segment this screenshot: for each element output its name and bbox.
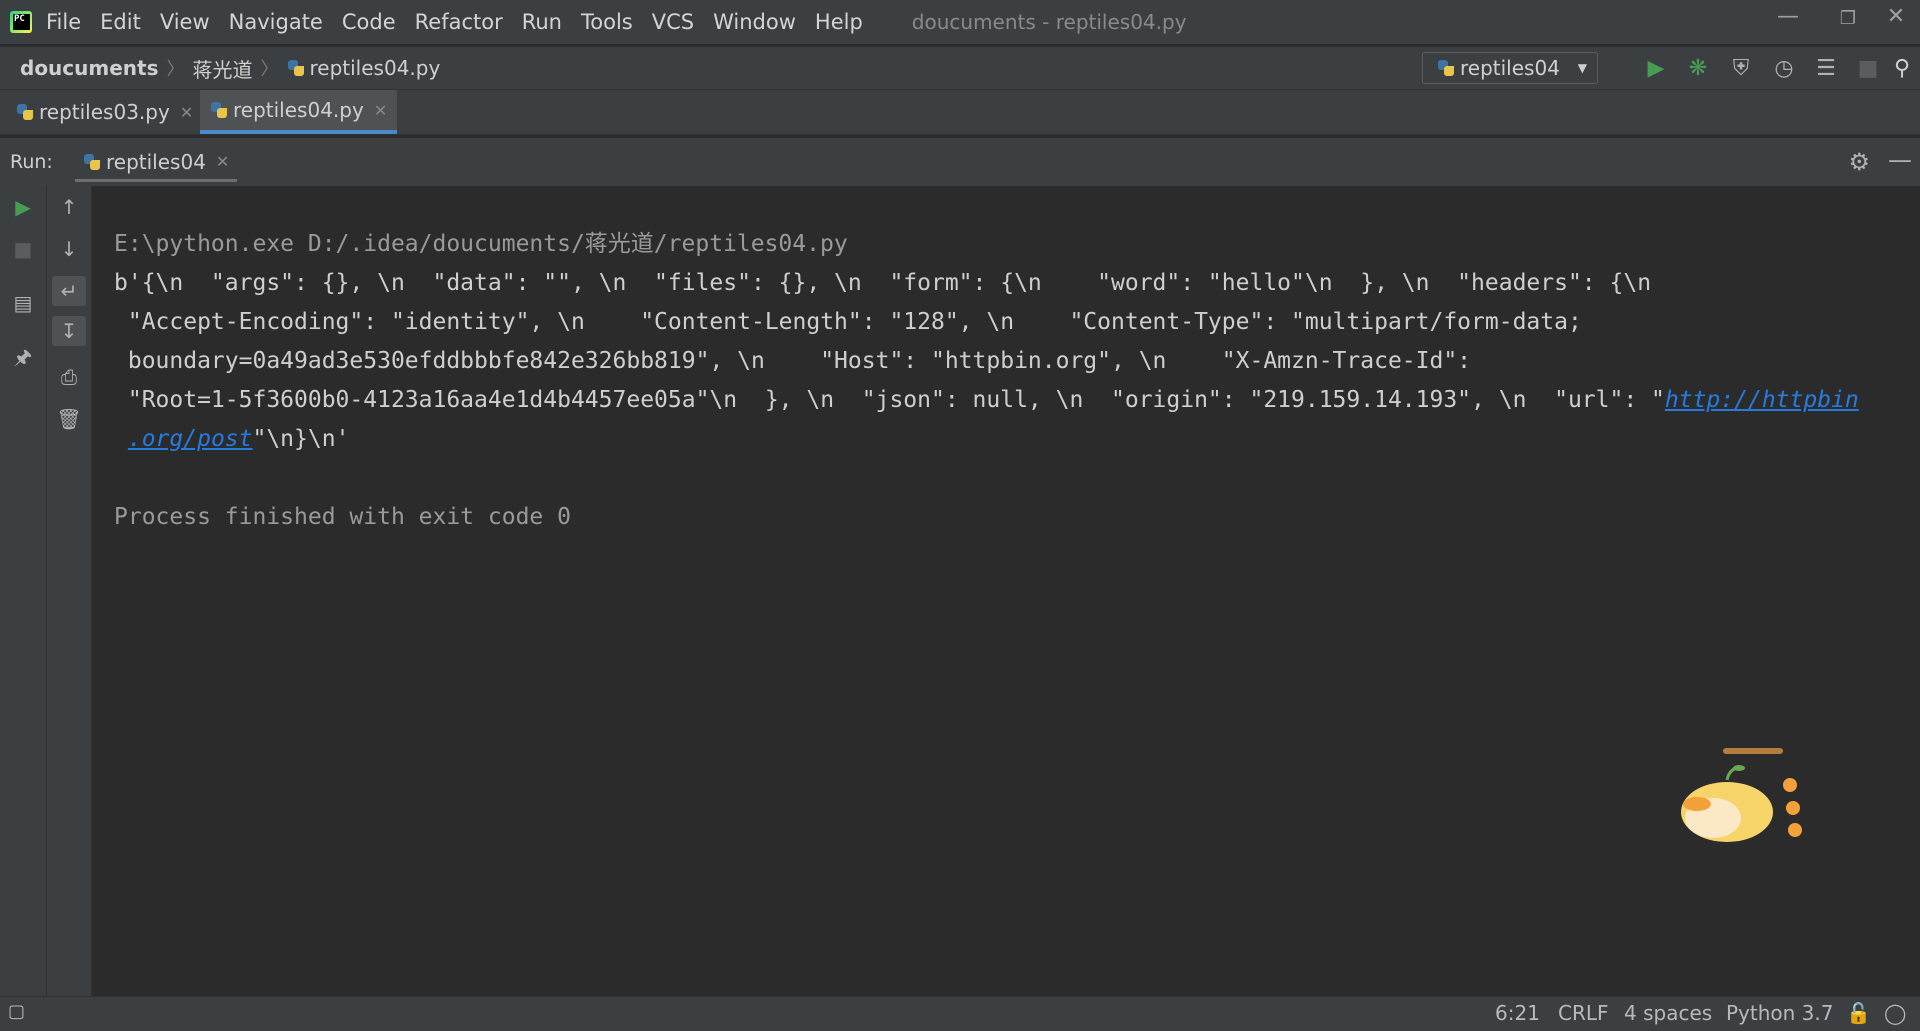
debug-icon[interactable]: ❋ xyxy=(1684,55,1712,83)
url-link[interactable]: http://httpbin xyxy=(1665,387,1859,413)
restore-button[interactable]: ❐ xyxy=(1828,8,1868,29)
menu-code[interactable]: Code xyxy=(342,10,396,34)
duck-sticker-image xyxy=(1681,748,1802,842)
close-window-button[interactable]: ✕ xyxy=(1876,4,1916,29)
menu-file[interactable]: File xyxy=(46,10,81,34)
python-icon xyxy=(83,153,101,171)
toggle-tool-windows-icon[interactable]: ▢ xyxy=(8,1001,25,1022)
python-file-icon xyxy=(16,103,34,121)
stop-icon[interactable]: ■ xyxy=(1854,55,1882,83)
rerun-icon[interactable]: ▶ xyxy=(8,192,38,222)
indent-setting[interactable]: 4 spaces xyxy=(1624,1001,1712,1025)
console-command: E:\python.exe D:/.idea/doucuments/蒋光道/re… xyxy=(114,231,848,257)
tab-reptiles03[interactable]: reptiles03.py ✕ xyxy=(6,90,203,134)
arrow-up-icon[interactable]: ↑ xyxy=(54,192,84,222)
close-tab-icon[interactable]: ✕ xyxy=(216,152,229,171)
python-file-icon xyxy=(287,59,305,77)
gear-icon[interactable]: ⚙ xyxy=(1848,148,1870,176)
soft-wrap-icon[interactable]: ↵ xyxy=(52,276,86,306)
pin-icon[interactable]: 🖈 xyxy=(8,342,38,372)
console-line: b'{\n "args": {}, \n "data": "", \n "fil… xyxy=(114,270,1652,296)
menu-help[interactable]: Help xyxy=(815,10,863,34)
stop-icon[interactable]: ■ xyxy=(8,234,38,264)
console-line-tail: "\n}\n' xyxy=(252,426,350,452)
scroll-to-end-icon[interactable]: ↧ xyxy=(52,316,86,346)
breadcrumb-separator: 〉 xyxy=(260,59,279,80)
menu-bar: PC File Edit View Navigate Code Refactor… xyxy=(0,0,1920,44)
console-line: "Accept-Encoding": "identity", \n "Conte… xyxy=(114,309,1582,335)
breadcrumb-separator: 〉 xyxy=(166,59,185,80)
minimize-button[interactable]: — xyxy=(1768,4,1808,29)
print-icon[interactable]: ⎙ xyxy=(54,362,84,392)
console-line: boundary=0a49ad3e530efddbbbfe842e326bb81… xyxy=(114,348,1472,374)
breadcrumb-file[interactable]: reptiles04.py xyxy=(310,56,441,80)
trash-icon[interactable]: 🗑 xyxy=(54,404,84,434)
close-tab-icon[interactable]: ✕ xyxy=(374,101,387,120)
editor-tab-bar: reptiles03.py ✕ reptiles04.py ✕ xyxy=(0,90,1920,135)
tab-label: reptiles03.py xyxy=(39,100,170,124)
line-separator[interactable]: CRLF xyxy=(1558,1001,1609,1025)
tab-label: reptiles04.py xyxy=(233,98,364,122)
chevron-down-icon: ▼ xyxy=(1577,61,1587,75)
menu-tools[interactable]: Tools xyxy=(581,10,633,34)
console-output[interactable]: E:\python.exe D:/.idea/doucuments/蒋光道/re… xyxy=(114,186,1900,576)
run-icon[interactable]: ▶ xyxy=(1642,55,1670,83)
python-interpreter[interactable]: Python 3.7 xyxy=(1726,1001,1834,1025)
run-configuration-dropdown[interactable]: reptiles04 ▼ xyxy=(1422,52,1598,84)
breadcrumb-folder[interactable]: 蒋光道 xyxy=(193,54,253,83)
breadcrumb-project[interactable]: doucuments xyxy=(20,56,159,80)
window-title: doucuments - reptiles04.py xyxy=(911,10,1187,34)
menu-refactor[interactable]: Refactor xyxy=(415,10,503,34)
console-line: "Root=1-5f3600b0-4123a16aa4e1d4b4457ee05… xyxy=(114,381,1900,420)
exit-message: Process finished with exit code 0 xyxy=(114,504,571,530)
python-icon xyxy=(1437,59,1455,77)
run-actions-strip: ▶ ■ ▤ 🖈 xyxy=(0,186,47,996)
run-configuration-label: reptiles04 xyxy=(1460,56,1560,80)
tab-reptiles04[interactable]: reptiles04.py ✕ xyxy=(200,90,398,134)
close-tab-icon[interactable]: ✕ xyxy=(180,103,193,122)
run-toolwindow-header: Run: reptiles04 ✕ ⚙ — xyxy=(0,138,1920,186)
run-label: Run: xyxy=(10,151,53,173)
layout-icon[interactable]: ▤ xyxy=(8,288,38,318)
concurrency-icon[interactable]: ☰ xyxy=(1812,55,1840,83)
hide-panel-icon[interactable]: — xyxy=(1888,146,1912,174)
menu-run[interactable]: Run xyxy=(522,10,562,34)
menu-window[interactable]: Window xyxy=(713,10,796,34)
menu-navigate[interactable]: Navigate xyxy=(229,10,323,34)
arrow-down-icon[interactable]: ↓ xyxy=(54,234,84,264)
search-icon[interactable]: ⚲ xyxy=(1888,55,1916,83)
run-tab-label: reptiles04 xyxy=(106,149,206,174)
profile-icon[interactable]: ◷ xyxy=(1770,55,1798,83)
menu-edit[interactable]: Edit xyxy=(100,10,141,34)
console-line: .org/post"\n}\n' xyxy=(114,420,1900,459)
navigation-bar: doucuments 〉 蒋光道 〉 reptiles04.py reptile… xyxy=(0,46,1920,90)
coverage-icon[interactable]: ⛨ xyxy=(1727,55,1755,83)
status-bar: ▢ 6:21 CRLF 4 spaces Python 3.7 🔓 ◯ xyxy=(0,996,1920,1031)
menu-view[interactable]: View xyxy=(160,10,210,34)
run-tab-reptiles04[interactable]: reptiles04 ✕ xyxy=(75,144,238,182)
python-file-icon xyxy=(210,101,228,119)
console-actions-strip: ↑ ↓ ↵ ↧ ⎙ 🗑 xyxy=(47,186,92,996)
console-line-text: "Root=1-5f3600b0-4123a16aa4e1d4b4457ee05… xyxy=(114,387,1665,413)
lock-icon[interactable]: 🔓 xyxy=(1846,1001,1871,1025)
pycharm-logo-icon: PC xyxy=(10,11,32,33)
notifications-icon[interactable]: ◯ xyxy=(1884,1001,1906,1025)
menu-vcs[interactable]: VCS xyxy=(652,10,694,34)
caret-position[interactable]: 6:21 xyxy=(1495,1001,1540,1025)
url-link-continued[interactable]: .org/post xyxy=(128,426,253,452)
